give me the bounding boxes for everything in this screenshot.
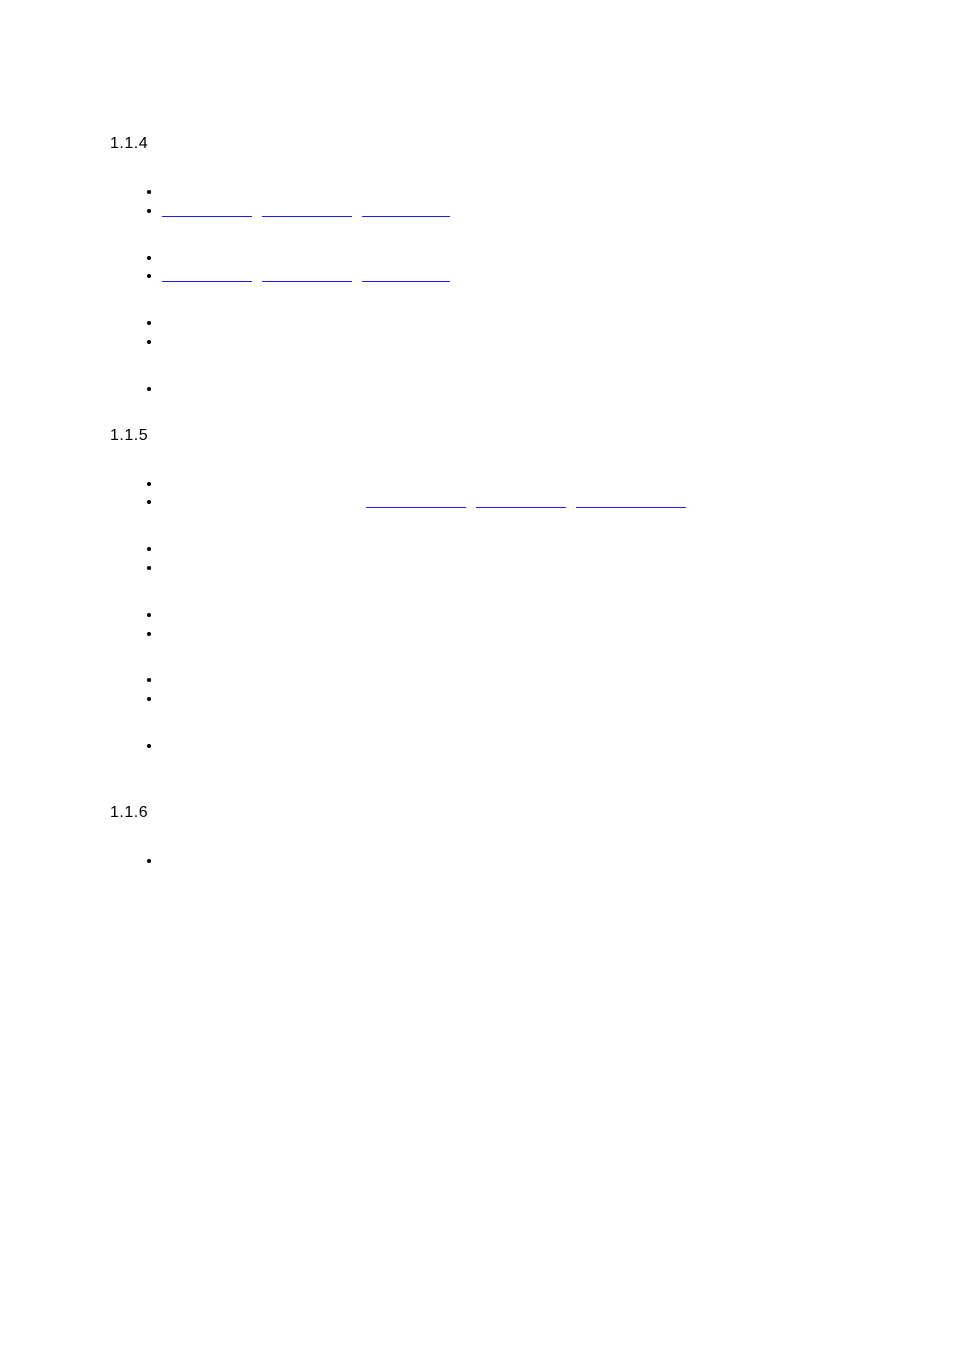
bullet-group: [110, 671, 844, 707]
bullet-list: [110, 606, 844, 642]
list-item: [162, 202, 844, 219]
list-item: [162, 249, 844, 266]
list-item: [162, 671, 844, 688]
bullet-list: [110, 540, 844, 576]
bullet-group: [110, 475, 844, 511]
list-item: [162, 183, 844, 200]
list-item: [162, 559, 844, 576]
bullet-list: [110, 671, 844, 707]
bullet-group: [110, 249, 844, 285]
document-page: 1.1.4: [0, 0, 954, 869]
bullet-group: [110, 380, 844, 397]
bullet-group: [110, 314, 844, 350]
list-item: [162, 852, 844, 869]
section-heading: 1.1.6: [110, 804, 844, 822]
section-heading: 1.1.5: [110, 427, 844, 445]
bullet-list: [110, 852, 844, 869]
hyperlink[interactable]: [366, 493, 686, 510]
bullet-list: [110, 183, 844, 219]
bullet-group: [110, 737, 844, 754]
bullet-group: [110, 606, 844, 642]
bullet-list: [110, 475, 844, 511]
list-item: [162, 314, 844, 331]
list-item: [162, 267, 844, 284]
bullet-list: [110, 380, 844, 397]
list-item: [162, 333, 844, 350]
hyperlink[interactable]: [162, 267, 450, 284]
hyperlink[interactable]: [162, 202, 450, 219]
list-item: [162, 606, 844, 623]
section-heading: 1.1.4: [110, 135, 844, 153]
bullet-list: [110, 314, 844, 350]
list-item: [162, 625, 844, 642]
list-item: [162, 540, 844, 557]
bullet-group: [110, 183, 844, 219]
list-item: [162, 737, 844, 754]
bullet-list: [110, 249, 844, 285]
list-item: [162, 493, 844, 510]
bullet-list: [110, 737, 844, 754]
list-item: [162, 475, 844, 492]
list-item: [162, 690, 844, 707]
bullet-group: [110, 852, 844, 869]
bullet-group: [110, 540, 844, 576]
list-item: [162, 380, 844, 397]
